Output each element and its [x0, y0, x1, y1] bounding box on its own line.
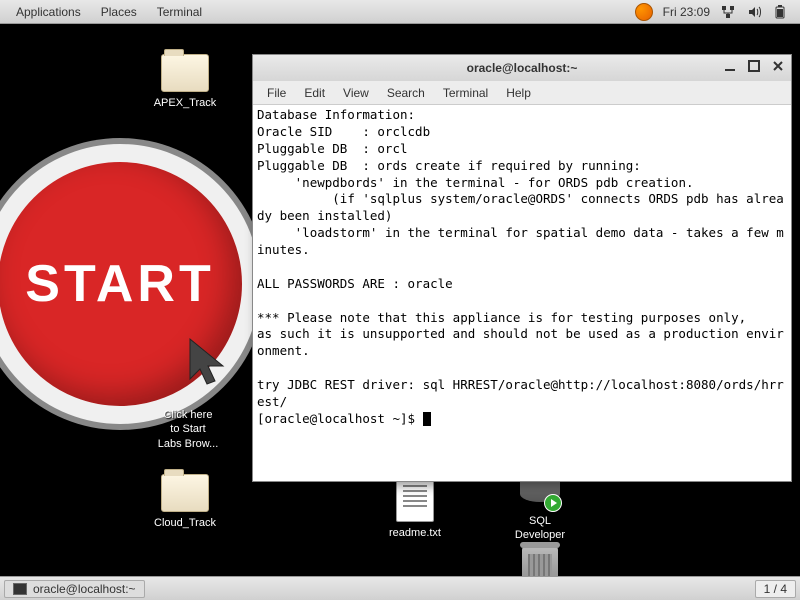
- desktop-icon-readme[interactable]: readme.txt: [370, 474, 460, 540]
- start-text: START: [25, 254, 214, 314]
- battery-icon[interactable]: [772, 4, 788, 20]
- menu-search[interactable]: Search: [379, 84, 433, 102]
- icon-label: readme.txt: [370, 526, 460, 540]
- desktop-icon-start-labs[interactable]: Click here to Start Labs Brow...: [140, 404, 236, 451]
- system-tray: Fri 23:09: [635, 3, 794, 21]
- icon-label: Click here to Start Labs Brow...: [140, 408, 236, 451]
- terminal-window[interactable]: oracle@localhost:~ File Edit View Search…: [252, 54, 792, 482]
- icon-label: SQL Developer: [495, 514, 585, 543]
- window-title: oracle@localhost:~: [467, 61, 578, 75]
- icon-label: Cloud_Track: [140, 516, 230, 530]
- cursor-graphic: [185, 334, 235, 394]
- folder-icon: [161, 474, 209, 512]
- top-panel: Applications Places Terminal Fri 23:09: [0, 0, 800, 24]
- bottom-panel: oracle@localhost:~ 1 / 4: [0, 576, 800, 600]
- terminal-cursor: [423, 412, 431, 426]
- window-titlebar[interactable]: oracle@localhost:~: [253, 55, 791, 81]
- close-button[interactable]: [771, 59, 785, 73]
- minimize-button[interactable]: [723, 59, 737, 73]
- firefox-icon[interactable]: [635, 3, 653, 21]
- menu-edit[interactable]: Edit: [296, 84, 333, 102]
- desktop-icon-apex[interactable]: APEX_Track: [140, 54, 230, 110]
- volume-icon[interactable]: [746, 4, 762, 20]
- menu-view[interactable]: View: [335, 84, 377, 102]
- workspace-switcher[interactable]: 1 / 4: [755, 580, 796, 598]
- folder-icon: [161, 54, 209, 92]
- terminal-icon: [13, 583, 27, 595]
- terminal-menu[interactable]: Terminal: [147, 5, 212, 19]
- taskbar-label: oracle@localhost:~: [33, 582, 136, 596]
- terminal-output[interactable]: Database Information: Oracle SID : orclc…: [253, 105, 791, 481]
- clock[interactable]: Fri 23:09: [663, 5, 710, 19]
- applications-menu[interactable]: Applications: [6, 5, 91, 19]
- places-menu[interactable]: Places: [91, 5, 147, 19]
- desktop-icon-cloud[interactable]: Cloud_Track: [140, 474, 230, 530]
- icon-label: APEX_Track: [140, 96, 230, 110]
- terminal-menubar: File Edit View Search Terminal Help: [253, 81, 791, 105]
- desktop[interactable]: START APEX_Track Click here to Start Lab…: [0, 24, 800, 576]
- menu-help[interactable]: Help: [498, 84, 539, 102]
- network-icon[interactable]: [720, 4, 736, 20]
- terminal-text: Database Information: Oracle SID : orclc…: [257, 107, 784, 426]
- menu-terminal[interactable]: Terminal: [435, 84, 496, 102]
- menu-file[interactable]: File: [259, 84, 294, 102]
- taskbar-entry-terminal[interactable]: oracle@localhost:~: [4, 580, 145, 598]
- maximize-button[interactable]: [747, 59, 761, 73]
